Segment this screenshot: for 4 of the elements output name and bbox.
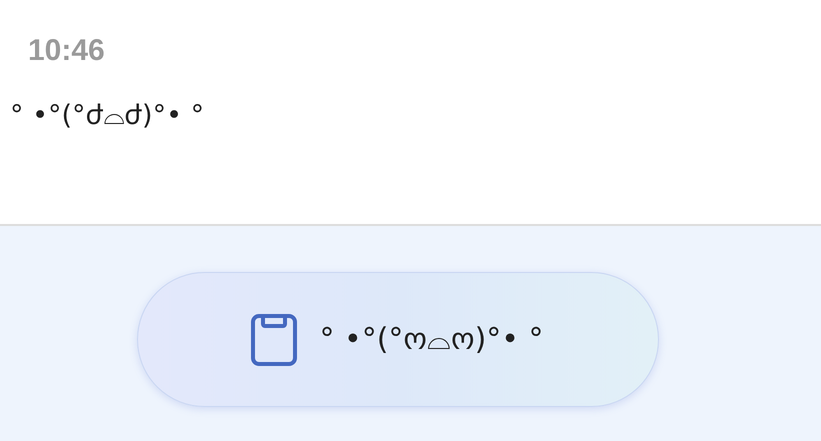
- message-time: 10:46: [28, 36, 105, 66]
- clipboard-icon: [251, 314, 298, 366]
- message-text: ° •°(°ժ⌓ժ)°• °: [10, 102, 204, 129]
- suggestion-chip[interactable]: ° •°(°ო⌓ო)°• °: [136, 272, 658, 407]
